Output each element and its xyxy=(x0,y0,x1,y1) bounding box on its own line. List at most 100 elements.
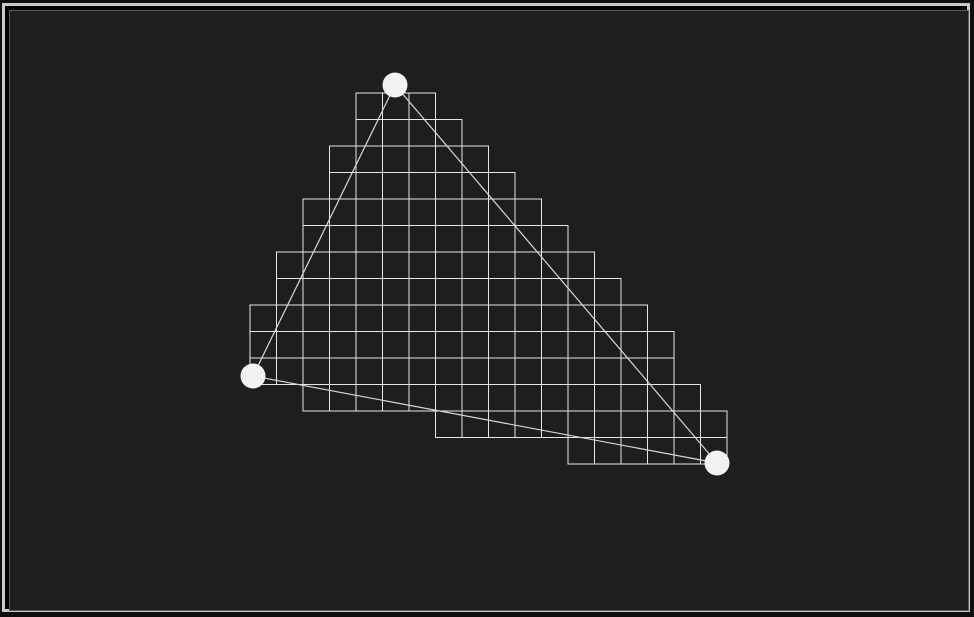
grid-cell xyxy=(594,278,622,306)
grid-cell xyxy=(355,198,383,226)
grid-cell xyxy=(567,384,595,412)
grid-cell xyxy=(355,225,383,253)
grid-cell xyxy=(329,145,357,173)
grid-cell xyxy=(302,278,330,306)
grid-cell xyxy=(567,357,595,385)
grid-cell xyxy=(355,145,383,173)
grid-cell xyxy=(408,384,436,412)
grid-cell xyxy=(408,357,436,385)
grid-cell xyxy=(514,225,542,253)
grid-cell xyxy=(461,410,489,438)
grid-cell xyxy=(488,172,516,200)
grid-cell xyxy=(514,304,542,332)
grid-cell xyxy=(408,172,436,200)
grid-cell xyxy=(382,198,410,226)
grid-cell xyxy=(329,278,357,306)
grid-cell xyxy=(514,410,542,438)
grid-cell xyxy=(329,304,357,332)
grid-cell xyxy=(620,357,648,385)
vertex-right[interactable] xyxy=(704,450,730,476)
grid-cell xyxy=(514,384,542,412)
grid-cell xyxy=(276,331,304,359)
grid-cell xyxy=(382,278,410,306)
grid-cell xyxy=(329,251,357,279)
grid-cell xyxy=(329,384,357,412)
grid-cell xyxy=(488,331,516,359)
grid-cell xyxy=(647,357,675,385)
edge-top-left xyxy=(252,84,396,377)
grid-cell xyxy=(329,331,357,359)
grid-cell xyxy=(382,357,410,385)
grid-cell xyxy=(435,304,463,332)
grid-cell xyxy=(408,145,436,173)
grid-cell xyxy=(408,198,436,226)
grid-cell xyxy=(594,384,622,412)
grid-cell xyxy=(249,304,277,332)
grid-cell xyxy=(514,357,542,385)
grid-cell xyxy=(514,198,542,226)
grid-cell xyxy=(488,357,516,385)
grid-cell xyxy=(382,251,410,279)
grid-cell xyxy=(461,172,489,200)
grid-cell xyxy=(514,278,542,306)
grid-cell xyxy=(488,251,516,279)
grid-cell xyxy=(435,331,463,359)
grid-cell xyxy=(302,304,330,332)
grid-cell xyxy=(382,145,410,173)
grid-cell xyxy=(514,331,542,359)
grid-cell xyxy=(355,278,383,306)
grid-cell xyxy=(435,172,463,200)
grid-cell xyxy=(620,304,648,332)
grid-cell xyxy=(355,304,383,332)
grid-cell xyxy=(514,251,542,279)
grid-cell xyxy=(567,251,595,279)
grid-cell xyxy=(408,304,436,332)
grid-cell xyxy=(435,119,463,147)
grid-cell xyxy=(435,357,463,385)
canvas-panel xyxy=(9,10,969,611)
rasterization-diagram xyxy=(240,72,730,476)
grid-cell xyxy=(435,198,463,226)
grid-cell xyxy=(647,410,675,438)
grid-cell xyxy=(355,119,383,147)
grid-cell xyxy=(408,251,436,279)
grid-cell xyxy=(461,278,489,306)
grid-cell xyxy=(382,225,410,253)
window-frame xyxy=(2,3,970,612)
grid-cell xyxy=(408,225,436,253)
grid-cell xyxy=(382,304,410,332)
grid-cell xyxy=(435,384,463,412)
grid-cell xyxy=(408,119,436,147)
grid-cell xyxy=(620,384,648,412)
grid-cell xyxy=(541,225,569,253)
grid-cell xyxy=(567,331,595,359)
grid-cell xyxy=(594,357,622,385)
grid-cell xyxy=(408,331,436,359)
grid-cell xyxy=(488,304,516,332)
grid-cell xyxy=(302,225,330,253)
grid-cell xyxy=(276,251,304,279)
grid-cell xyxy=(620,410,648,438)
grid-cell xyxy=(329,225,357,253)
grid-cell xyxy=(302,198,330,226)
grid-cell xyxy=(355,251,383,279)
vertex-top[interactable] xyxy=(382,72,408,98)
grid-cell xyxy=(461,225,489,253)
grid-cell xyxy=(673,437,701,465)
grid-cell xyxy=(329,357,357,385)
grid-cell xyxy=(461,251,489,279)
grid-cell xyxy=(461,331,489,359)
grid-cell xyxy=(541,410,569,438)
grid-cell xyxy=(382,119,410,147)
vertex-left[interactable] xyxy=(240,363,266,389)
grid-cell xyxy=(673,384,701,412)
grid-cell xyxy=(567,437,595,465)
grid-cell xyxy=(488,384,516,412)
grid-cell xyxy=(647,331,675,359)
grid-cell xyxy=(567,278,595,306)
grid-cell xyxy=(541,278,569,306)
grid-cell xyxy=(488,278,516,306)
grid-cell xyxy=(594,437,622,465)
grid-cell xyxy=(541,331,569,359)
grid-cell xyxy=(355,92,383,120)
